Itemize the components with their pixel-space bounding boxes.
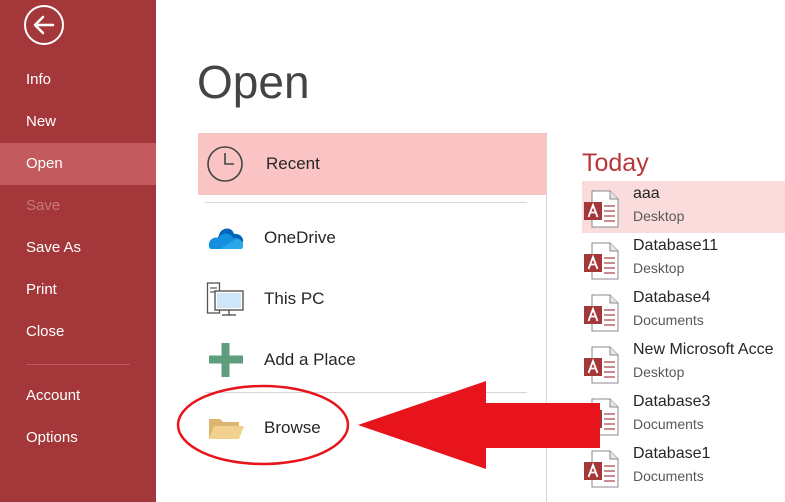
place-add-a-place[interactable]: Add a Place <box>198 329 546 391</box>
access-file-icon <box>583 346 619 384</box>
sidebar-item-account[interactable]: Account <box>0 375 156 417</box>
sidebar-item-info[interactable]: Info <box>0 59 156 101</box>
access-file-icon <box>583 294 619 332</box>
recent-file-item[interactable]: aaa Desktop <box>582 181 785 233</box>
access-file-icon <box>583 242 619 280</box>
file-location: Desktop <box>633 364 685 380</box>
file-location: Documents <box>633 416 704 432</box>
file-location: Documents <box>633 468 704 484</box>
place-label: Add a Place <box>264 350 356 369</box>
sidebar-item-save: Save <box>26 197 61 214</box>
place-label: Browse <box>264 418 321 437</box>
recent-file-item[interactable]: Database11 Desktop <box>582 233 785 285</box>
sidebar-item-save-as[interactable]: Save As <box>0 227 156 269</box>
file-name: aaa <box>633 185 660 202</box>
sidebar-item-open[interactable]: Open <box>0 143 156 185</box>
recent-file-item[interactable]: Database1 Documents <box>582 441 785 493</box>
file-name: New Microsoft Acce <box>633 341 774 358</box>
recent-group-heading: Today <box>582 149 649 177</box>
recent-file-item[interactable]: New Microsoft Acce Desktop <box>582 337 785 389</box>
access-file-icon <box>583 398 619 436</box>
clock-icon <box>207 146 243 182</box>
places-divider <box>205 392 527 393</box>
cloud-icon <box>208 228 244 249</box>
computer-icon <box>206 282 244 316</box>
place-onedrive[interactable]: OneDrive <box>198 207 546 269</box>
page-title: Open <box>197 56 310 108</box>
file-name: Database3 <box>633 393 711 410</box>
file-name: Database11 <box>633 237 719 254</box>
file-name: Database1 <box>633 445 711 462</box>
recent-file-item[interactable]: Database4 Documents <box>582 285 785 337</box>
sidebar-item-close[interactable]: Close <box>0 311 156 353</box>
file-location: Desktop <box>633 208 685 224</box>
place-this-pc[interactable]: This PC <box>198 268 546 330</box>
place-label: OneDrive <box>264 228 336 247</box>
file-name: Database4 <box>633 289 711 306</box>
file-location: Desktop <box>633 260 685 276</box>
sidebar-item-options[interactable]: Options <box>0 417 156 459</box>
plus-icon <box>209 343 243 377</box>
place-recent[interactable]: Recent <box>198 133 546 195</box>
folder-icon <box>209 419 244 439</box>
back-arrow-icon[interactable] <box>23 4 65 46</box>
access-file-icon <box>583 190 619 228</box>
backstage-sidebar: Info New Open Save Save As Print Close A… <box>0 0 156 502</box>
place-label: This PC <box>264 289 325 308</box>
recent-file-item[interactable]: Database3 Documents <box>582 389 785 441</box>
sidebar-item-new[interactable]: New <box>0 101 156 143</box>
panel-divider <box>546 132 547 502</box>
place-browse[interactable]: Browse <box>198 397 546 459</box>
file-location: Documents <box>633 312 704 328</box>
place-label: Recent <box>266 154 320 173</box>
sidebar-divider <box>26 364 130 365</box>
sidebar-item-print[interactable]: Print <box>0 269 156 311</box>
access-file-icon <box>583 450 619 488</box>
places-divider <box>205 202 527 203</box>
